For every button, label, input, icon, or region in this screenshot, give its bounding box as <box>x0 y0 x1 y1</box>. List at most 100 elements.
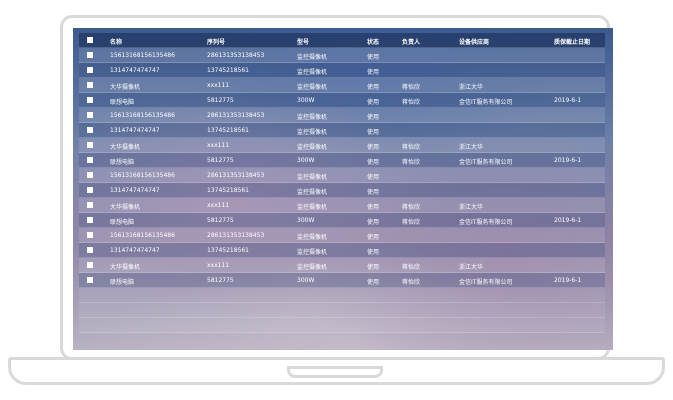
header-name[interactable]: 名称 <box>110 37 122 46</box>
cell-serial: 5812775 <box>207 277 234 284</box>
table-row[interactable]: 联想电脑 5812775 300W 使用 蒋怡欣 金信IT服务有限公司 2019-6-1 <box>79 273 605 288</box>
table-row[interactable]: 1314747474747 13745218561 监控摄像机 使用 <box>79 243 605 258</box>
cell-model: 300W <box>297 277 315 284</box>
cell-model: 监控摄像机 <box>297 144 328 151</box>
cell-serial: 13745218561 <box>207 187 249 194</box>
cell-serial: 5812775 <box>207 217 234 224</box>
row-checkbox[interactable] <box>87 82 93 88</box>
table-row[interactable]: 15613168156135486 286131353138453 监控摄像机 使用 <box>79 108 605 123</box>
row-checkbox[interactable] <box>87 232 93 238</box>
cell-name: 15613168156135486 <box>110 172 175 179</box>
empty-row <box>79 288 605 303</box>
table-row[interactable]: 大华摄像机 xxx111 监控摄像机 使用 蒋怡欣 浙江大华 <box>79 138 605 153</box>
cell-status: 使用 <box>367 174 380 181</box>
table-row[interactable]: 15613168156135486 286131353138453 监控摄像机 使用 <box>79 228 605 243</box>
cell-owner: 蒋怡欣 <box>402 279 421 286</box>
cell-model: 监控摄像机 <box>297 204 328 211</box>
cell-model: 监控摄像机 <box>297 84 328 91</box>
cell-owner: 蒋怡欣 <box>402 84 421 91</box>
cell-status: 使用 <box>367 144 380 151</box>
cell-vendor: 浙江大华 <box>459 84 484 91</box>
table-row[interactable]: 大华摄像机 xxx111 监控摄像机 使用 蒋怡欣 浙江大华 <box>79 258 605 273</box>
cell-owner: 蒋怡欣 <box>402 144 421 151</box>
cell-name: 15613168156135486 <box>110 112 175 119</box>
cell-status: 使用 <box>367 219 380 226</box>
cell-vendor: 金信IT服务有限公司 <box>459 159 513 166</box>
empty-row <box>79 318 605 333</box>
row-checkbox[interactable] <box>87 67 93 73</box>
row-checkbox[interactable] <box>87 52 93 58</box>
cell-status: 使用 <box>367 189 380 196</box>
header-warranty[interactable]: 质保截止日期 <box>554 37 590 46</box>
row-checkbox[interactable] <box>87 112 93 118</box>
cell-warranty: 2019-6-1 <box>554 97 582 104</box>
row-checkbox[interactable] <box>87 262 93 268</box>
row-checkbox[interactable] <box>87 202 93 208</box>
table-row[interactable]: 联想电脑 5812775 300W 使用 蒋怡欣 金信IT服务有限公司 2019-6-1 <box>79 93 605 108</box>
cell-name: 联想电脑 <box>110 219 135 226</box>
cell-warranty: 2019-6-1 <box>554 277 582 284</box>
table-row[interactable]: 大华摄像机 xxx111 监控摄像机 使用 蒋怡欣 浙江大华 <box>79 198 605 213</box>
cell-warranty: 2019-6-1 <box>554 217 582 224</box>
cell-owner: 蒋怡欣 <box>402 264 421 271</box>
table-row[interactable]: 1314747474747 13745218561 监控摄像机 使用 <box>79 123 605 138</box>
table-row[interactable]: 15613168156135486 286131353138453 监控摄像机 使用 <box>79 48 605 63</box>
row-checkbox[interactable] <box>87 142 93 148</box>
select-all-checkbox[interactable] <box>87 37 93 43</box>
cell-model: 300W <box>297 97 315 104</box>
header-model[interactable]: 型号 <box>297 37 309 46</box>
row-checkbox[interactable] <box>87 217 93 223</box>
header-owner[interactable]: 负责人 <box>402 37 420 46</box>
cell-status: 使用 <box>367 159 380 166</box>
row-checkbox[interactable] <box>87 247 93 253</box>
cell-status: 使用 <box>367 84 380 91</box>
cell-vendor: 浙江大华 <box>459 144 484 151</box>
table-row[interactable]: 1314747474747 13745218561 监控摄像机 使用 <box>79 63 605 78</box>
cell-vendor: 金信IT服务有限公司 <box>459 279 513 286</box>
cell-status: 使用 <box>367 279 380 286</box>
cell-model: 监控摄像机 <box>297 69 328 76</box>
cell-vendor: 金信IT服务有限公司 <box>459 219 513 226</box>
header-serial[interactable]: 序列号 <box>207 37 225 46</box>
cell-status: 使用 <box>367 54 380 61</box>
table-row[interactable]: 联想电脑 5812775 300W 使用 蒋怡欣 金信IT服务有限公司 2019-6-1 <box>79 213 605 228</box>
table-row[interactable]: 大华摄像机 xxx111 监控摄像机 使用 蒋怡欣 浙江大华 <box>79 78 605 93</box>
header-vendor[interactable]: 设备供应商 <box>459 37 489 46</box>
row-checkbox[interactable] <box>87 97 93 103</box>
table-row[interactable]: 联想电脑 5812775 300W 使用 蒋怡欣 金信IT服务有限公司 2019-6-1 <box>79 153 605 168</box>
cell-serial: 13745218561 <box>207 67 249 74</box>
cell-name: 联想电脑 <box>110 99 135 106</box>
table-body: 15613168156135486 286131353138453 监控摄像机 使用 1… <box>79 48 605 288</box>
cell-status: 使用 <box>367 249 380 256</box>
laptop-screen: 名称 序列号 型号 状态 负责人 设备供应商 质保截止日期 1561316815… <box>73 28 613 350</box>
cell-name: 1314747474747 <box>110 247 160 254</box>
cell-name: 1314747474747 <box>110 67 160 74</box>
empty-row <box>79 303 605 318</box>
row-checkbox[interactable] <box>87 187 93 193</box>
cell-warranty: 2019-6-1 <box>554 157 582 164</box>
cell-model: 监控摄像机 <box>297 234 328 241</box>
row-checkbox[interactable] <box>87 172 93 178</box>
cell-model: 300W <box>297 217 315 224</box>
cell-name: 大华摄像机 <box>110 204 141 211</box>
cell-model: 监控摄像机 <box>297 174 328 181</box>
table-row[interactable]: 1314747474747 13745218561 监控摄像机 使用 <box>79 183 605 198</box>
cell-status: 使用 <box>367 204 380 211</box>
laptop-notch <box>287 366 383 378</box>
row-checkbox[interactable] <box>87 277 93 283</box>
table-row[interactable]: 15613168156135486 286131353138453 监控摄像机 使用 <box>79 168 605 183</box>
cell-owner: 蒋怡欣 <box>402 159 421 166</box>
cell-owner: 蒋怡欣 <box>402 99 421 106</box>
row-checkbox[interactable] <box>87 157 93 163</box>
cell-vendor: 金信IT服务有限公司 <box>459 99 513 106</box>
cell-name: 联想电脑 <box>110 279 135 286</box>
cell-serial: 286131353138453 <box>207 172 265 179</box>
cell-name: 联想电脑 <box>110 159 135 166</box>
cell-name: 15613168156135486 <box>110 52 175 59</box>
row-checkbox[interactable] <box>87 127 93 133</box>
cell-model: 300W <box>297 157 315 164</box>
cell-model: 监控摄像机 <box>297 54 328 61</box>
cell-owner: 蒋怡欣 <box>402 219 421 226</box>
header-status[interactable]: 状态 <box>367 37 379 46</box>
cell-serial: xxx111 <box>207 262 230 269</box>
